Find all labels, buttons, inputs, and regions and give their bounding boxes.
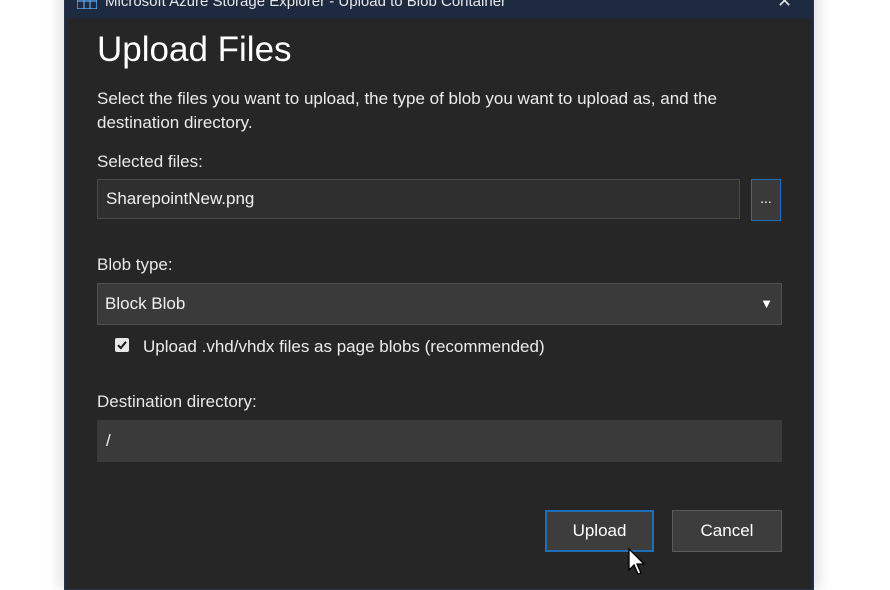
selected-files-label: Selected files: — [97, 152, 203, 171]
destination-directory-label: Destination directory: — [97, 392, 257, 411]
dialog-title: Upload Files — [97, 30, 292, 69]
selected-files-input[interactable]: SharepointNew.png — [97, 179, 740, 219]
blob-type-value: Block Blob — [105, 294, 186, 313]
title-bar[interactable]: Microsoft Azure Storage Explorer - Uploa… — [65, 0, 813, 17]
blob-type-select[interactable]: Block Blob ▼ — [97, 283, 782, 325]
cancel-button[interactable]: Cancel — [672, 510, 782, 552]
blob-type-label: Blob type: — [97, 255, 173, 274]
vhd-page-blob-checkbox[interactable] — [115, 338, 129, 352]
upload-files-dialog: Upload Files Select the files you want t… — [67, 19, 811, 589]
app-window: Microsoft Azure Storage Explorer - Uploa… — [64, 0, 814, 590]
vhd-page-blob-label[interactable]: Upload .vhd/vhdx files as page blobs (re… — [143, 337, 545, 357]
close-icon[interactable]: ✕ — [777, 0, 792, 12]
browse-files-button[interactable]: ... — [751, 179, 781, 221]
mouse-pointer-icon — [628, 548, 646, 575]
window-title: Microsoft Azure Storage Explorer - Uploa… — [105, 0, 507, 10]
upload-button[interactable]: Upload — [545, 510, 654, 552]
destination-directory-input[interactable]: / — [97, 420, 782, 462]
storage-explorer-icon — [77, 0, 97, 9]
dialog-description: Select the files you want to upload, the… — [97, 89, 717, 132]
chevron-down-icon: ▼ — [760, 296, 773, 311]
checkmark-icon — [117, 341, 127, 350]
